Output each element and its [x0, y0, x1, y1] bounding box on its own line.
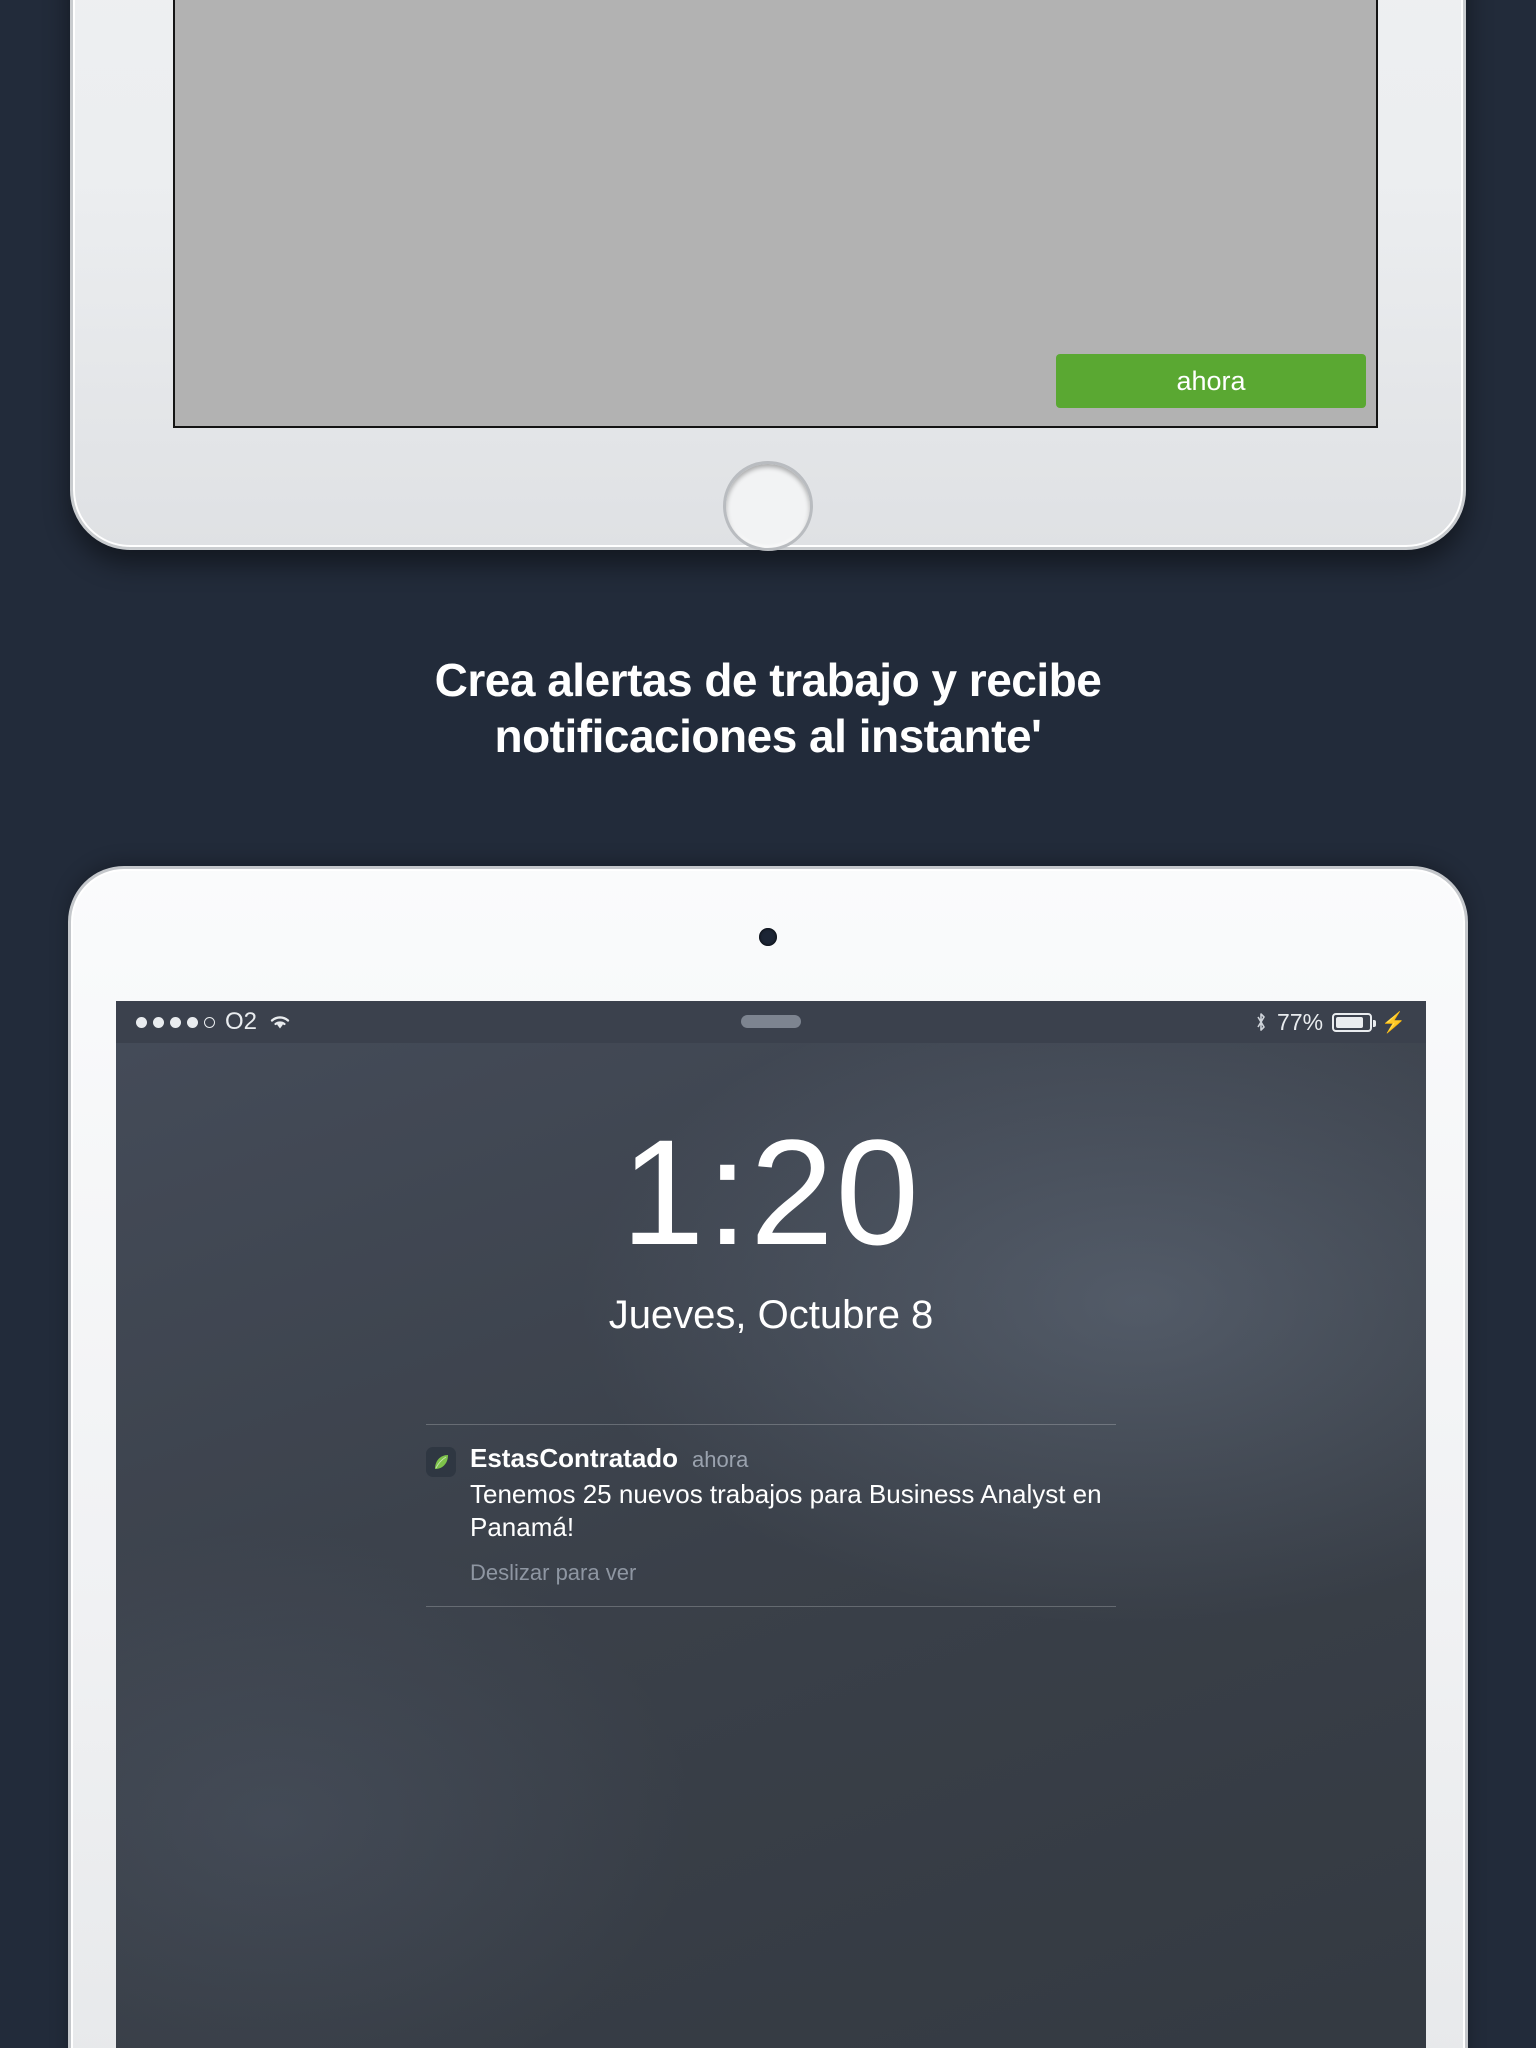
lock-screen-date: Jueves, Octubre 8: [608, 1293, 934, 1337]
page-title: Crea alertas de trabajo y recibe notific…: [0, 652, 1536, 764]
home-button-top[interactable]: [723, 461, 813, 551]
lock-screen-time: 1:20: [621, 1108, 921, 1276]
bluetooth-icon: [1257, 1013, 1265, 1031]
headline-line-2: notificaciones al instante': [494, 710, 1042, 762]
promo-page: SPECIALIZED Publica Senior Busine ◎ BOSC…: [0, 0, 1536, 2048]
status-bar: O2 77% ⚡: [116, 1001, 1426, 1043]
notification-slide-hint: Deslizar para ver: [470, 1560, 637, 1585]
notification-app-name: EstasContratado: [470, 1443, 679, 1473]
wifi-icon: [270, 1016, 290, 1029]
lock-screen: 1:20 Jueves, Octubre 8 EstasContratado a…: [116, 1043, 1426, 2048]
job-list-background: SPECIALIZED Publica Senior Busine ◎ BOSC…: [175, 0, 1376, 426]
apply-now-button[interactable]: ahora: [1056, 354, 1366, 408]
ipad-device-top: SPECIALIZED Publica Senior Busine ◎ BOSC…: [70, 0, 1466, 551]
ipad-device-bottom: O2 77% ⚡ 1:20 Jueves, Octubre 8 EstasCon…: [68, 866, 1468, 2048]
headline-line-1: Crea alertas de trabajo y recibe: [434, 654, 1102, 706]
ipad-screen-bottom: O2 77% ⚡ 1:20 Jueves, Octubre 8 EstasCon…: [116, 1001, 1426, 2048]
charging-bolt-icon: ⚡: [1381, 1011, 1406, 1034]
battery-percent: 77%: [1277, 1008, 1324, 1035]
notification-message: Tenemos 25 nuevos trabajos para Business…: [470, 1479, 1102, 1542]
leaf-app-icon: [426, 1447, 456, 1477]
status-bar-handle: [741, 1015, 801, 1028]
front-camera-icon: [759, 928, 777, 946]
ipad-screen-top: SPECIALIZED Publica Senior Busine ◎ BOSC…: [173, 0, 1378, 428]
notification-banner[interactable]: EstasContratado ahora Tenemos 25 nuevos …: [426, 1424, 1116, 1607]
carrier-name: O2: [225, 1008, 258, 1035]
notification-time: ahora: [692, 1447, 749, 1472]
battery-icon: [1332, 1012, 1377, 1032]
signal-strength-icon: [136, 1016, 215, 1028]
